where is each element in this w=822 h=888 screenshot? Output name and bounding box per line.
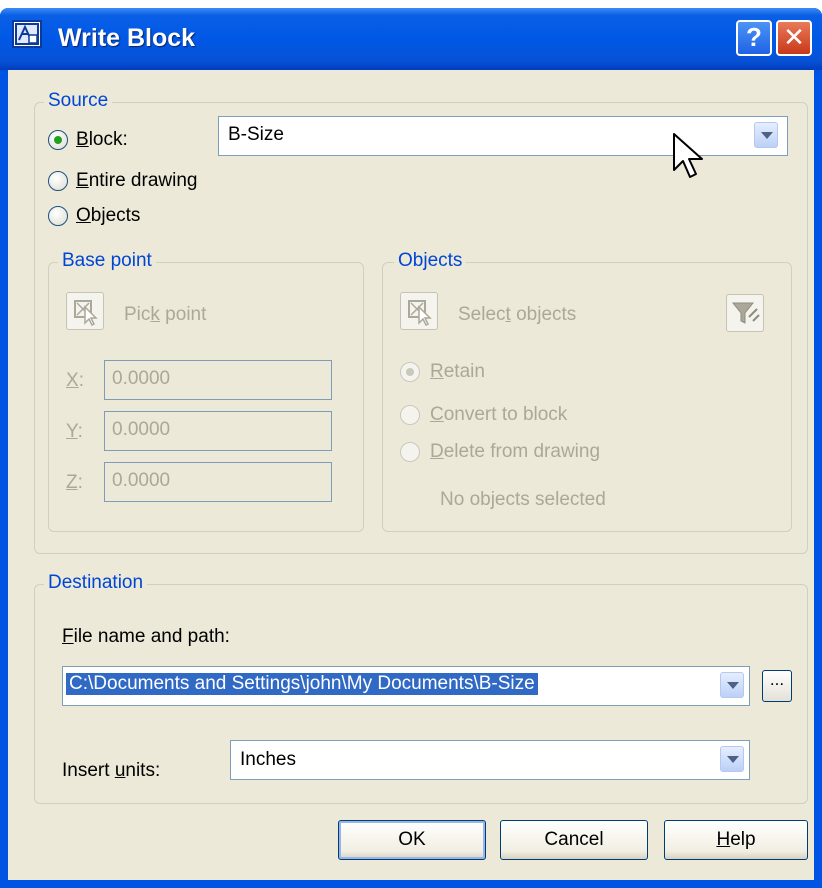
objects-selection-status: No objects selected (440, 489, 606, 510)
block-name-value: B-Size (228, 124, 284, 145)
insert-units-dropdown-button[interactable] (720, 746, 744, 772)
browse-button[interactable]: ... (762, 670, 792, 702)
objects-radio[interactable] (48, 206, 68, 226)
z-coordinate-label: Z: (66, 472, 83, 493)
insert-units-label: Insert units: (62, 760, 161, 781)
entire-drawing-radio[interactable] (48, 171, 68, 191)
pick-point-label: Pick point (124, 304, 207, 325)
file-name-and-path-label: File name and path: (62, 626, 230, 647)
help-title-button[interactable]: ? (736, 20, 772, 56)
objects-legend: Objects (394, 250, 467, 272)
x-coordinate-value: 0.0000 (112, 368, 171, 389)
destination-legend: Destination (44, 572, 148, 594)
quick-select-button[interactable] (726, 294, 764, 332)
retain-radio-label[interactable]: Retain (430, 361, 485, 383)
file-path-dropdown-button[interactable] (720, 672, 744, 698)
ok-button[interactable]: OK (338, 820, 486, 860)
base-point-legend: Base point (58, 250, 156, 272)
select-objects-label: Select objects (458, 304, 577, 325)
entire-drawing-radio-label[interactable]: Entire drawing (76, 170, 197, 192)
window-title: Write Block (58, 24, 196, 52)
insert-units-combo[interactable] (230, 740, 750, 780)
delete-from-drawing-radio-label[interactable]: Delete from drawing (430, 441, 600, 463)
pick-point-icon (74, 300, 98, 327)
source-legend: Source (44, 90, 113, 112)
file-path-value[interactable]: C:\Documents and Settings\john\My Docume… (66, 673, 538, 695)
block-radio-label[interactable]: Block: (76, 129, 128, 151)
block-radio[interactable] (48, 130, 68, 150)
insert-units-value: Inches (240, 749, 296, 770)
y-coordinate-label: Y: (66, 421, 83, 442)
close-button[interactable]: ✕ (776, 20, 812, 56)
objects-radio-label[interactable]: Objects (76, 205, 140, 227)
delete-from-drawing-radio[interactable] (400, 442, 420, 462)
z-coordinate-value: 0.0000 (112, 470, 171, 491)
select-objects-icon (408, 300, 432, 327)
retain-radio[interactable] (400, 362, 420, 382)
select-objects-button[interactable] (400, 292, 438, 330)
mouse-cursor-icon (672, 132, 706, 180)
quick-select-filter-icon (731, 302, 760, 324)
convert-to-block-radio-label[interactable]: Convert to block (430, 404, 567, 426)
help-button[interactable]: Help (664, 820, 808, 860)
cancel-button[interactable]: Cancel (500, 820, 648, 860)
block-combo-dropdown-button[interactable] (754, 122, 778, 148)
x-coordinate-label: X: (66, 370, 84, 391)
y-coordinate-value: 0.0000 (112, 419, 171, 440)
autocad-app-icon (12, 20, 42, 48)
pick-point-button[interactable] (66, 292, 104, 330)
convert-to-block-radio[interactable] (400, 405, 420, 425)
